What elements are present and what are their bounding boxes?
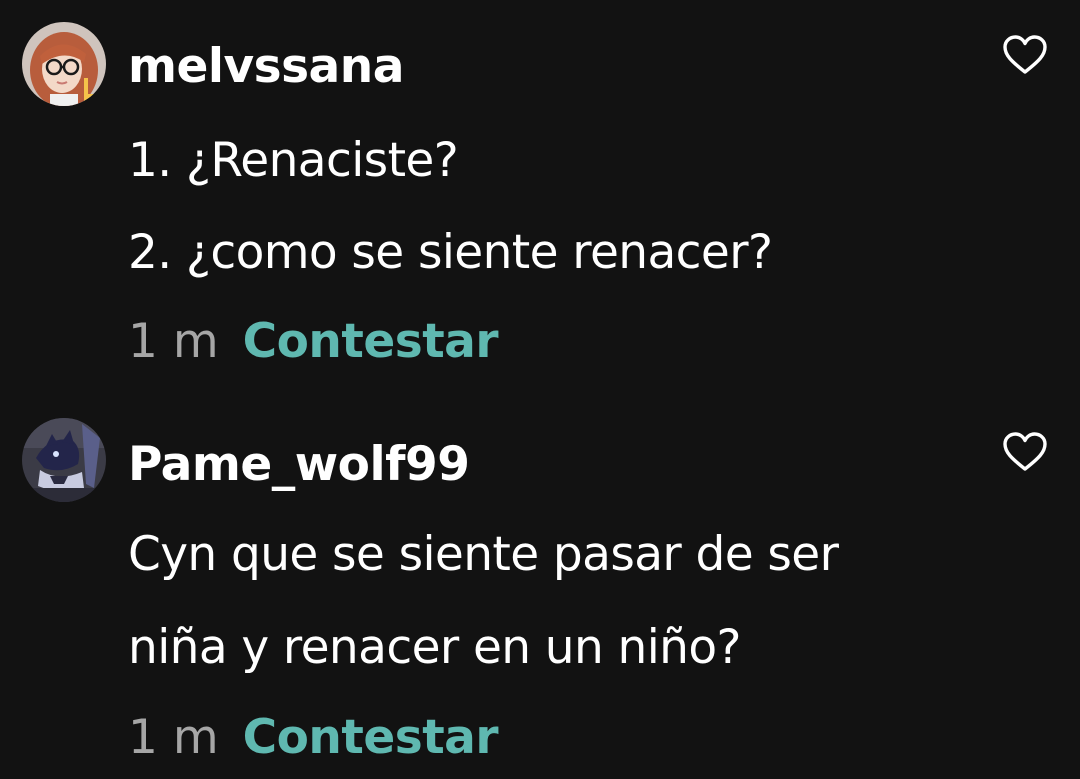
comment-username[interactable]: Pame_wolf99 (128, 441, 470, 488)
like-button[interactable] (1001, 431, 1049, 473)
heart-outline-icon (1003, 432, 1047, 471)
avatar-wolf-character-icon (22, 418, 106, 502)
reply-button[interactable]: Contestar (243, 710, 499, 765)
comment-text: Cyn que se siente pasar de ser (128, 527, 839, 582)
comment-timestamp: 1 m (128, 314, 219, 369)
reply-button[interactable]: Contestar (243, 314, 499, 369)
comment-timestamp: 1 m (128, 710, 219, 765)
comment-text: 2. ¿como se siente renacer? (128, 225, 773, 280)
comment-item: melvssana 1. ¿Renaciste? 2. ¿como se sie… (0, 0, 1080, 398)
comment-item: Pame_wolf99 Cyn que se siente pasar de s… (0, 398, 1080, 779)
comment-username[interactable]: melvssana (128, 43, 404, 90)
avatar-girl-with-glasses-icon (22, 22, 106, 106)
comment-meta: 1 m Contestar (128, 714, 499, 761)
comment-text: niña y renacer en un niño? (128, 620, 741, 675)
comment-text: 1. ¿Renaciste? (128, 133, 459, 188)
avatar[interactable] (22, 22, 106, 106)
heart-outline-icon (1003, 35, 1047, 74)
avatar[interactable] (22, 418, 106, 502)
like-button[interactable] (1001, 34, 1049, 76)
comment-meta: 1 m Contestar (128, 318, 499, 365)
